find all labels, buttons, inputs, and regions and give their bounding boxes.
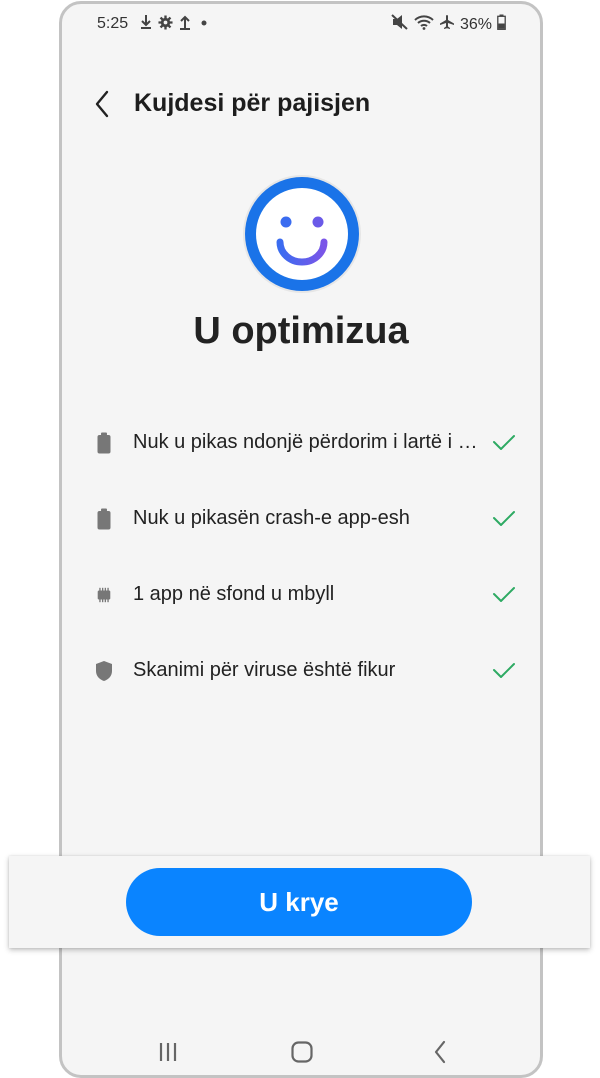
memory-chip-icon [95,583,113,607]
list-item-label: 1 app në sfond u mbyll [133,583,335,605]
list-item-label: Skanimi për viruse është fikur [133,659,396,681]
dot-icon [197,14,211,35]
status-time: 5:25 [97,15,129,32]
notification-icons [140,14,211,35]
airplane-icon [439,14,455,35]
checkmark-icon [492,509,516,529]
smiley-face-icon [242,174,362,294]
list-item: 1 app në sfond u mbyll [62,559,540,635]
back-button[interactable] [86,86,118,122]
home-icon [291,1041,313,1063]
download-icon [140,14,152,35]
list-item-label: Nuk u pikasën crash-e app-esh [133,507,410,529]
list-item-label: Nuk u pikas ndonjë përdorim i lartë i ba… [133,431,485,453]
chevron-left-icon [95,90,109,118]
checkmark-icon [492,661,516,681]
battery-icon [95,431,113,455]
home-button[interactable] [288,1039,316,1065]
list-item: Nuk u pikas ndonjë përdorim i lartë i ba… [62,407,540,483]
checkmark-icon [492,585,516,605]
navigation-bar [62,1029,540,1074]
mute-icon [391,14,409,35]
back-icon [434,1040,446,1064]
shield-icon [95,659,113,683]
recent-apps-button[interactable] [154,1039,182,1065]
bottom-action-panel: U krye [9,856,590,948]
nav-back-button[interactable] [426,1039,454,1065]
checkmark-icon [492,433,516,453]
upload-icon [179,14,191,35]
done-button[interactable]: U krye [126,868,472,936]
optimization-results-list: Nuk u pikas ndonjë përdorim i lartë i ba… [62,407,540,711]
battery-icon [497,14,506,35]
system-status-icons: 36% [391,14,506,35]
page-title: Kujdesi për pajisjen [134,89,371,117]
status-bar: 5:25 36% [62,4,540,44]
list-item: Nuk u pikasën crash-e app-esh [62,483,540,559]
result-title: U optimizua [193,310,409,352]
gear-icon [158,14,173,35]
battery-percentage: 36% [459,15,492,33]
recent-apps-icon [159,1043,177,1061]
list-item: Skanimi për viruse është fikur [62,635,540,711]
battery-icon [95,507,113,531]
wifi-icon [414,14,434,35]
